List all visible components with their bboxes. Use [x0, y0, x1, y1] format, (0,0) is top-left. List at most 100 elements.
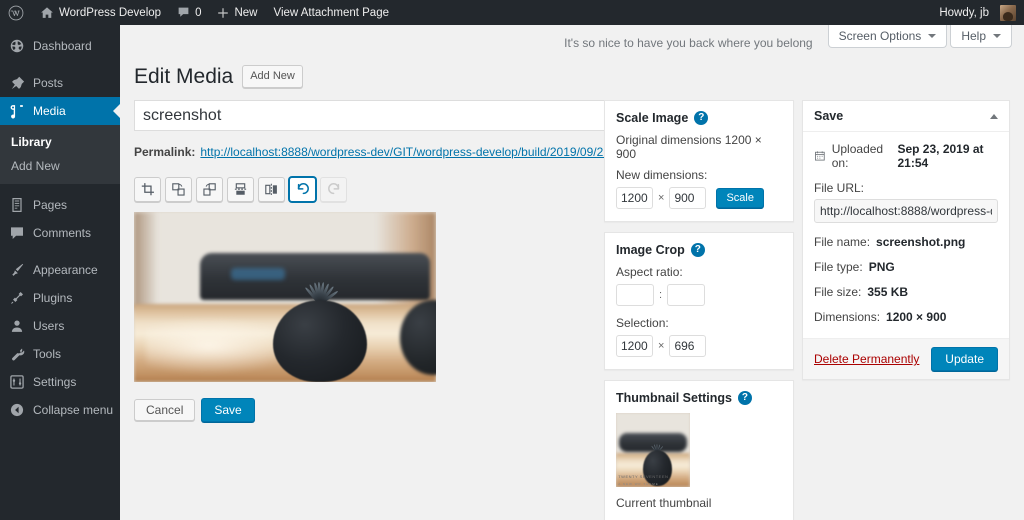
- comment-bubble-icon: [178, 7, 189, 17]
- new-label: New: [234, 6, 258, 19]
- help-icon[interactable]: ?: [694, 111, 709, 126]
- help-icon[interactable]: ?: [737, 391, 752, 406]
- sidebar-item-settings[interactable]: Settings: [0, 368, 120, 396]
- thumbnail-watermark-sub: A NEW WP THEME: [618, 481, 659, 486]
- scale-image-heading: Scale Image ?: [616, 111, 782, 126]
- sidebar-item-comments[interactable]: Comments: [0, 219, 120, 247]
- selection-width-input[interactable]: [616, 335, 653, 358]
- cancel-button[interactable]: Cancel: [134, 398, 196, 421]
- photo-black-pot: [642, 450, 673, 486]
- site-name-label: WordPress Develop: [59, 6, 162, 19]
- redo-icon: [327, 183, 339, 195]
- sidebar-item-appearance[interactable]: Appearance: [0, 256, 120, 284]
- house-icon: [41, 6, 53, 18]
- rotate-right-icon-button[interactable]: [196, 176, 223, 202]
- sidebar-item-label: Tools: [33, 347, 62, 361]
- sidebar-item-tools[interactable]: Tools: [0, 340, 120, 368]
- add-new-button[interactable]: Add New: [242, 64, 303, 89]
- collapse-arrow-icon: [10, 403, 24, 417]
- new-content-menu[interactable]: New: [209, 0, 265, 25]
- file-url-input[interactable]: [814, 199, 998, 224]
- scale-button[interactable]: Scale: [716, 188, 764, 209]
- image-crop-heading: Image Crop ?: [616, 243, 782, 258]
- sidebar-item-add-new-media[interactable]: Add New: [0, 154, 120, 178]
- greeting-text: It's so nice to have you back where you …: [564, 36, 813, 50]
- collapse-menu-label: Collapse menu: [33, 403, 114, 417]
- account-menu[interactable]: Howdy, jb: [931, 0, 1024, 25]
- uploaded-on-label: Uploaded on:: [831, 142, 884, 171]
- save-image-button[interactable]: Save: [201, 397, 255, 422]
- aspect-height-input[interactable]: [667, 284, 706, 307]
- image-preview[interactable]: [134, 211, 436, 382]
- wordpress-logo-icon: [8, 5, 24, 20]
- file-size-label: File size:: [814, 285, 862, 300]
- aspect-fields-row: :: [616, 284, 782, 307]
- thumbnail-settings-title: Thumbnail Settings: [616, 391, 732, 406]
- side-column: Save Uploaded on: Sep 23, 2019 at 21:54: [802, 100, 1010, 422]
- scale-height-input[interactable]: [669, 187, 707, 210]
- file-name-label: File name:: [814, 235, 871, 250]
- dashboard-icon: [10, 39, 24, 53]
- comment-count: 0: [195, 6, 202, 19]
- collapse-menu-button[interactable]: Collapse menu: [0, 396, 120, 424]
- chevron-down-icon: [928, 34, 937, 38]
- sidebar-item-media[interactable]: Media: [0, 97, 120, 125]
- site-name-menu[interactable]: WordPress Develop: [32, 0, 169, 25]
- rotate-left-icon-button[interactable]: [165, 176, 192, 202]
- save-metabox-footer: Delete Permanently Update: [803, 338, 1009, 380]
- thumbnail-caption: Current thumbnail: [616, 496, 712, 511]
- sidebar-item-plugins[interactable]: Plugins: [0, 284, 120, 312]
- sidebar-item-label: Users: [33, 319, 65, 333]
- selection-fields-row: ×: [616, 335, 782, 358]
- selection-height-input[interactable]: [669, 335, 707, 358]
- help-icon[interactable]: ?: [690, 243, 705, 258]
- admin-sidebar: Dashboard Posts Media Library Add New Pa…: [0, 25, 120, 520]
- chevron-down-icon: [993, 34, 1001, 38]
- sidebar-item-label: Dashboard: [33, 39, 92, 53]
- wp-logo-menu[interactable]: [0, 0, 32, 25]
- view-attachment-page-link[interactable]: View Attachment Page: [265, 0, 397, 25]
- photo-black-pot: [272, 300, 367, 382]
- page-icon: [12, 198, 22, 212]
- comments-menu[interactable]: 0: [169, 0, 209, 25]
- help-tab[interactable]: Help: [950, 25, 1012, 48]
- scale-image-title: Scale Image: [616, 111, 689, 126]
- uploaded-on-value: Sep 23, 2019 at 21:54: [897, 142, 984, 171]
- flip-horizontal-icon-button[interactable]: [258, 176, 285, 202]
- sidebar-item-label: Comments: [33, 226, 92, 240]
- file-name-value: screenshot.png: [876, 235, 966, 250]
- help-label: Help: [961, 29, 986, 43]
- howdy-wrap: Howdy, jb: [931, 0, 1024, 25]
- delete-permanently-link[interactable]: Delete Permanently: [814, 352, 919, 366]
- save-metabox-title: Save: [814, 109, 844, 124]
- page-title: Edit Media: [134, 65, 234, 88]
- paintbrush-icon: [12, 263, 24, 276]
- sidebar-item-users[interactable]: Users: [0, 312, 120, 340]
- chevron-up-icon[interactable]: [990, 113, 998, 119]
- update-button[interactable]: Update: [931, 347, 998, 372]
- undo-icon-button[interactable]: [289, 176, 316, 202]
- plug-icon: [11, 292, 23, 304]
- view-attachment-label: View Attachment Page: [273, 6, 389, 19]
- sidebar-item-posts[interactable]: Posts: [0, 69, 120, 97]
- dimensions-label: Dimensions:: [814, 310, 881, 325]
- save-metabox-header[interactable]: Save: [803, 101, 1009, 133]
- photo-succulent: [134, 211, 436, 382]
- scale-width-input[interactable]: [616, 187, 653, 210]
- file-type-value: PNG: [868, 260, 895, 275]
- file-size-value: 355 KB: [867, 285, 909, 300]
- rotate-left-icon: [172, 183, 185, 196]
- crop-icon-button[interactable]: [134, 176, 161, 202]
- aspect-width-input[interactable]: [616, 284, 654, 307]
- crop-icon: [141, 183, 154, 196]
- image-crop-panel: Image Crop ? Aspect ratio: : Selection: …: [604, 232, 794, 371]
- sidebar-item-pages[interactable]: Pages: [0, 191, 120, 219]
- sidebar-item-label: Pages: [33, 198, 68, 212]
- pin-icon: [11, 76, 25, 90]
- screen-options-tab[interactable]: Screen Options: [827, 25, 948, 48]
- flip-vertical-icon-button[interactable]: [227, 176, 254, 202]
- sidebar-item-label: Posts: [33, 76, 64, 90]
- sidebar-item-library[interactable]: Library: [0, 130, 120, 154]
- sidebar-item-dashboard[interactable]: Dashboard: [0, 32, 120, 60]
- flip-vertical-icon: [234, 183, 247, 195]
